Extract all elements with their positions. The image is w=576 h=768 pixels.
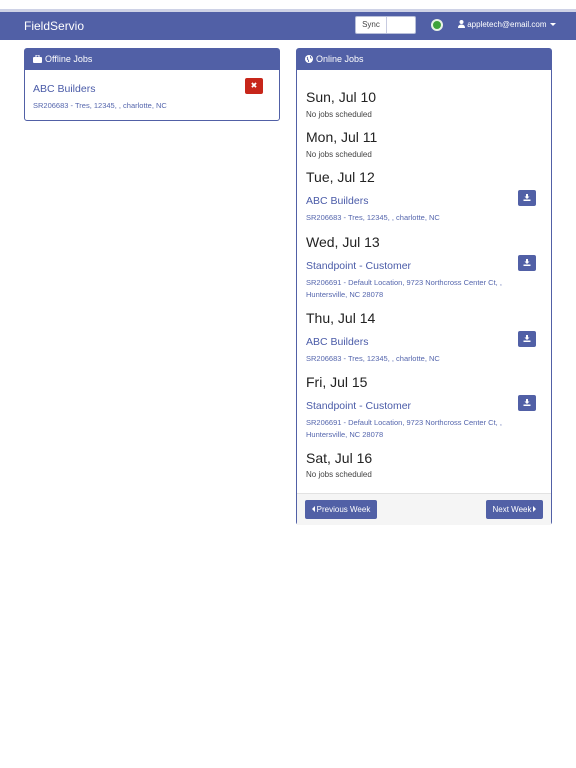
day-heading: Mon, Jul 11 — [306, 129, 378, 145]
download-job-button[interactable] — [518, 395, 536, 411]
previous-week-label: Previous Week — [316, 505, 371, 514]
day-heading: Sun, Jul 10 — [306, 89, 377, 105]
chevron-down-icon — [549, 23, 556, 26]
online-job-name[interactable]: ABC Builders — [306, 195, 368, 207]
remove-offline-job-button[interactable]: ✖ — [245, 78, 263, 94]
day-heading: Wed, Jul 13 — [306, 234, 380, 250]
offline-job-detail: SR206683 - Tres, 12345, , charlotte, NC — [33, 101, 167, 110]
week-navigation: Previous Week Next Week — [297, 493, 551, 525]
download-icon — [523, 399, 531, 406]
globe-icon — [305, 55, 313, 63]
online-job-detail: SR206691 - Default Location, 9723 Northc… — [306, 278, 502, 299]
download-job-button[interactable] — [518, 331, 536, 347]
day-heading: Sat, Jul 16 — [306, 450, 373, 466]
online-jobs-header: Online Jobs — [297, 49, 551, 70]
download-job-button[interactable] — [518, 255, 536, 271]
online-job-detail: SR206691 - Default Location, 9723 Northc… — [306, 418, 502, 439]
download-icon — [523, 335, 531, 342]
offline-jobs-panel: Offline Jobs ABC Builders SR206683 - Tre… — [24, 48, 280, 121]
next-week-button[interactable]: Next Week — [486, 500, 543, 519]
next-week-label: Next Week — [492, 505, 532, 514]
top-strip — [0, 0, 576, 9]
day-heading: Thu, Jul 14 — [306, 310, 376, 326]
no-jobs-text: No jobs scheduled — [306, 150, 372, 159]
download-icon — [523, 194, 531, 201]
download-job-button[interactable] — [518, 190, 536, 206]
download-icon — [523, 259, 531, 266]
offline-jobs-title: Offline Jobs — [45, 54, 93, 64]
caret-left-icon — [311, 506, 315, 512]
app-brand[interactable]: FieldServio — [24, 19, 84, 33]
user-menu[interactable]: appletech@email.com — [458, 20, 556, 29]
sync-toggle[interactable]: Sync — [355, 16, 416, 34]
offline-job-name[interactable]: ABC Builders — [33, 83, 95, 95]
no-jobs-text: No jobs scheduled — [306, 470, 372, 479]
previous-week-button[interactable]: Previous Week — [305, 500, 377, 519]
sync-label: Sync — [356, 17, 387, 33]
connection-status-indicator — [431, 19, 443, 31]
user-email: appletech@email.com — [467, 20, 547, 29]
online-jobs-title: Online Jobs — [316, 54, 364, 64]
briefcase-icon — [33, 54, 42, 63]
offline-jobs-header: Offline Jobs — [25, 49, 279, 70]
day-heading: Tue, Jul 12 — [306, 169, 375, 185]
user-icon — [458, 20, 465, 28]
online-job-name[interactable]: Standpoint - Customer — [306, 260, 411, 272]
navbar: FieldServio Sync appletech@email.com — [0, 9, 576, 40]
x-icon: ✖ — [250, 81, 258, 90]
caret-right-icon — [533, 506, 537, 512]
online-jobs-panel: Online Jobs Sun, Jul 10 No jobs schedule… — [296, 48, 552, 525]
online-job-name[interactable]: ABC Builders — [306, 336, 368, 348]
day-heading: Fri, Jul 15 — [306, 374, 368, 390]
online-job-detail: SR206683 - Tres, 12345, , charlotte, NC — [306, 354, 440, 363]
no-jobs-text: No jobs scheduled — [306, 110, 372, 119]
online-job-detail: SR206683 - Tres, 12345, , charlotte, NC — [306, 213, 440, 222]
online-job-name[interactable]: Standpoint - Customer — [306, 400, 411, 412]
